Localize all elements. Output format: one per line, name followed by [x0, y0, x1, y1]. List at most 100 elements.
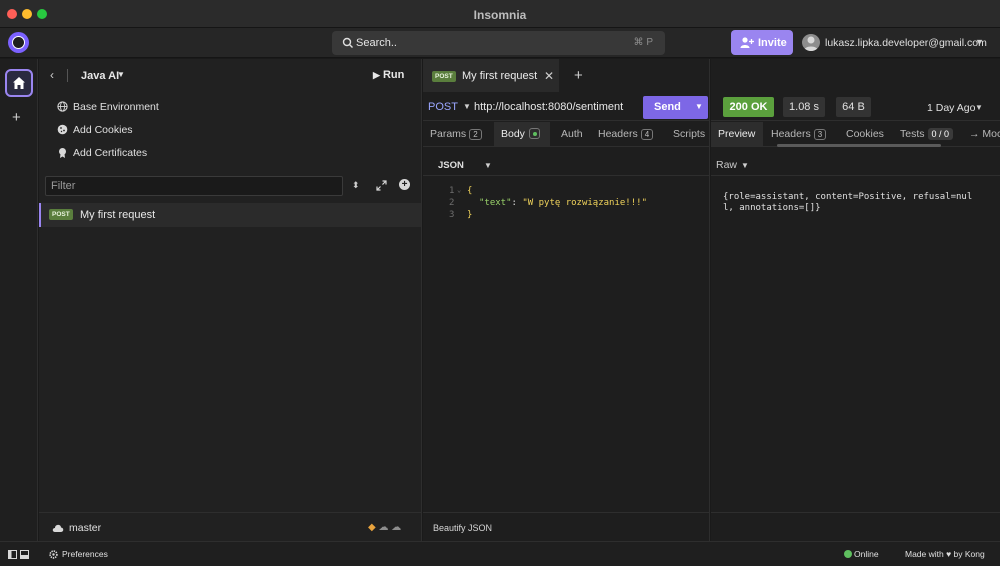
chevron-down-icon[interactable]: ▼ — [741, 161, 749, 170]
send-label: Send — [654, 101, 681, 113]
insomnia-logo-icon[interactable] — [8, 32, 29, 53]
layout-toggle-icon[interactable] — [8, 550, 30, 559]
count-badge: 0 / 0 — [927, 128, 954, 140]
tab-label: My first request — [462, 70, 538, 82]
back-chevron-icon[interactable]: ‹ — [50, 68, 54, 82]
online-status-icon — [844, 550, 852, 558]
home-icon — [13, 77, 25, 89]
request-footer: Beautify JSON — [423, 512, 710, 541]
sort-icon[interactable]: ⬍ — [352, 180, 360, 191]
cloud-upload-icon: ☁ — [391, 522, 402, 533]
add-request-icon[interactable]: + — [399, 179, 410, 190]
sidebar-item-label: Base Environment — [73, 101, 159, 113]
tab-headers[interactable]: Headers 4 — [598, 128, 654, 140]
play-icon: ▶ — [373, 70, 380, 80]
search-placeholder: Search.. — [356, 37, 397, 49]
run-label: Run — [382, 69, 405, 81]
response-body: {role=assistant, content=Positive, refus… — [711, 175, 1000, 512]
request-tab[interactable]: POST My first request ✕ — [423, 59, 559, 92]
status-dot-icon — [528, 128, 540, 139]
response-footer — [711, 512, 1000, 541]
method-selector[interactable]: POST — [428, 101, 458, 113]
left-rail: + — [0, 59, 38, 541]
body-editor[interactable]: 1 ⌄ 2 3 { "text": "W pytę rozwiązanie!!!… — [423, 175, 710, 510]
code-brace: { — [467, 186, 473, 196]
close-icon[interactable]: ✕ — [544, 69, 554, 83]
expand-icon[interactable] — [376, 180, 387, 191]
sidebar-item-label: Add Certificates — [73, 147, 148, 159]
response-history[interactable]: 1 Day Ago — [927, 102, 975, 114]
gear-icon[interactable] — [49, 550, 58, 559]
branch-name[interactable]: master — [69, 522, 101, 534]
sync-icons[interactable]: ◆ ☁ ☁ — [368, 522, 401, 533]
chevron-down-icon[interactable]: ▼ — [975, 37, 984, 47]
url-input[interactable]: http://localhost:8080/sentiment — [474, 101, 623, 113]
json-key: "text" — [479, 198, 512, 208]
tab-response-headers[interactable]: Headers 3 — [771, 128, 827, 140]
method-badge: POST — [49, 209, 73, 220]
invite-label: Invite — [758, 37, 787, 49]
search-bar[interactable]: Search.. ⌘ P — [332, 31, 665, 55]
cloud-icon — [52, 524, 64, 532]
app-statusbar: Preferences Online Made with ♥ by Kong — [0, 541, 1000, 566]
beautify-json-button[interactable]: Beautify JSON — [433, 523, 492, 533]
avatar[interactable] — [802, 34, 820, 51]
tab-cookies[interactable]: Cookies — [846, 128, 884, 140]
chevron-down-icon[interactable]: ▼ — [117, 70, 125, 79]
count-badge: 4 — [640, 129, 654, 140]
run-button[interactable]: ▶ Run — [373, 69, 404, 81]
time-badge: 1.08 s — [783, 97, 825, 117]
window-titlebar: Insomnia — [0, 0, 1000, 28]
request-list-item[interactable]: POST My first request — [39, 203, 421, 227]
chevron-down-icon[interactable]: ▼ — [975, 103, 983, 112]
fold-icon[interactable]: ⌄ — [457, 186, 461, 194]
app-topbar: Search.. ⌘ P Invite lukasz.lipka.develop… — [0, 28, 1000, 58]
chevron-down-icon[interactable]: ▼ — [463, 102, 471, 111]
made-with-link[interactable]: Made with ♥ by Kong — [905, 549, 985, 559]
chevron-down-icon[interactable]: ▼ — [695, 102, 703, 111]
new-tab-button[interactable]: + — [574, 67, 583, 84]
preview-mode-selector[interactable]: Raw — [716, 159, 737, 171]
status-badge: 200 OK — [723, 97, 774, 117]
sidebar-item-label: Add Cookies — [73, 124, 133, 136]
account-email[interactable]: lukasz.lipka.developer@gmail.com — [825, 37, 987, 49]
request-pane: POST My first request ✕ + POST ▼ http://… — [423, 59, 710, 541]
add-workspace-button[interactable]: + — [12, 109, 21, 126]
user-avatar-icon — [804, 36, 818, 51]
json-value: "W pytę rozwiązanie!!!" — [522, 198, 647, 208]
globe-icon — [57, 101, 68, 112]
tab-preview[interactable]: Preview — [718, 128, 755, 140]
tab-scripts[interactable]: Scripts — [673, 128, 705, 140]
home-button[interactable] — [5, 69, 33, 97]
search-shortcut: ⌘ P — [633, 37, 653, 48]
tab-auth[interactable]: Auth — [561, 128, 583, 140]
divider — [67, 69, 68, 82]
tab-body[interactable]: Body — [501, 128, 540, 140]
body-mode-selector[interactable]: JSON — [438, 160, 464, 171]
cloud-download-icon: ☁ — [378, 522, 389, 533]
request-name: My first request — [80, 209, 156, 221]
count-badge: 3 — [813, 129, 827, 140]
tab-params[interactable]: Params 2 — [430, 128, 482, 140]
cookie-icon — [57, 124, 68, 135]
send-button[interactable]: Send ▼ — [643, 96, 708, 119]
sidebar: ‹ Java AI ▼ ▶ Run Base Environment Add C… — [39, 59, 422, 541]
tab-tests[interactable]: Tests 0 / 0 — [900, 128, 954, 140]
filter-input[interactable]: Filter — [45, 176, 343, 196]
request-tabs: Params 2 Body Auth Headers 4 Scripts — [423, 122, 710, 147]
response-pane: 200 OK 1.08 s 64 B 1 Day Ago ▼ Preview H… — [711, 59, 1000, 541]
code-brace: } — [467, 210, 473, 220]
response-text: {role=assistant, content=Positive, refus… — [723, 192, 973, 213]
invite-button[interactable]: Invite — [731, 30, 793, 55]
project-name[interactable]: Java AI — [81, 70, 119, 82]
chevron-down-icon[interactable]: ▼ — [484, 161, 492, 170]
line-number: 2 — [449, 198, 455, 208]
sidebar-footer: master ◆ ☁ ☁ — [39, 512, 421, 541]
line-number: 3 — [449, 210, 455, 220]
tab-more[interactable]: → Moc — [969, 128, 1000, 140]
line-number: 1 — [449, 186, 455, 196]
preferences-button[interactable]: Preferences — [62, 549, 108, 559]
tabs-scrollbar[interactable] — [777, 144, 941, 147]
count-badge: 2 — [469, 129, 482, 140]
response-tabs: Preview Headers 3 Cookies Tests 0 / 0 → Mo… — [711, 122, 1000, 147]
